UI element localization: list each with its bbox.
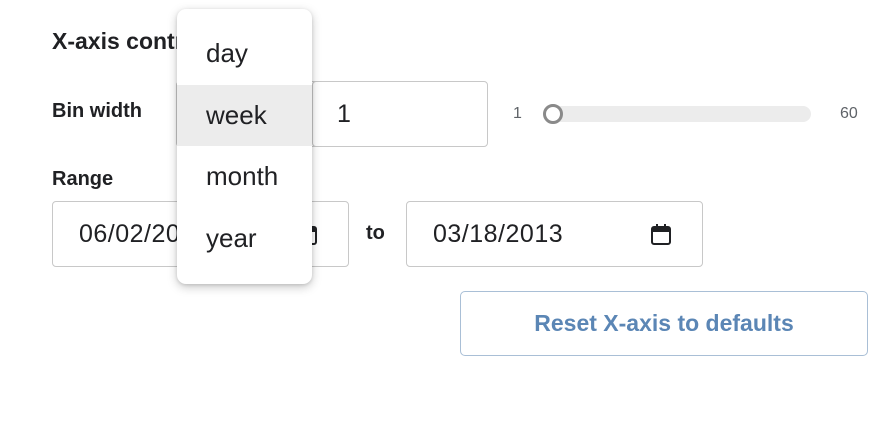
- x-axis-controls-panel: X-axis controls Bin width week 1 1 60 Ra…: [0, 0, 896, 436]
- bin-width-slider-thumb[interactable]: [543, 104, 563, 124]
- range-to-date-input[interactable]: 03/18/2013: [406, 201, 703, 267]
- dropdown-option-day[interactable]: day: [177, 23, 312, 84]
- slider-max-label: 60: [840, 105, 858, 122]
- range-to-separator: to: [366, 222, 385, 244]
- slider-min-label: 1: [513, 105, 522, 122]
- bin-width-label: Bin width: [52, 100, 142, 122]
- dropdown-option-week[interactable]: week: [177, 85, 312, 146]
- bin-width-input[interactable]: 1: [312, 81, 488, 147]
- reset-x-axis-button[interactable]: Reset X-axis to defaults: [460, 291, 868, 356]
- bin-width-slider-track[interactable]: [544, 106, 811, 122]
- dropdown-option-year[interactable]: year: [177, 208, 312, 269]
- calendar-icon[interactable]: [650, 223, 672, 247]
- bin-unit-dropdown-menu: day week month year: [177, 9, 312, 284]
- range-label: Range: [52, 168, 114, 190]
- dropdown-option-month[interactable]: month: [177, 146, 312, 207]
- range-to-date-value: 03/18/2013: [433, 219, 564, 248]
- bin-width-value: 1: [337, 99, 351, 128]
